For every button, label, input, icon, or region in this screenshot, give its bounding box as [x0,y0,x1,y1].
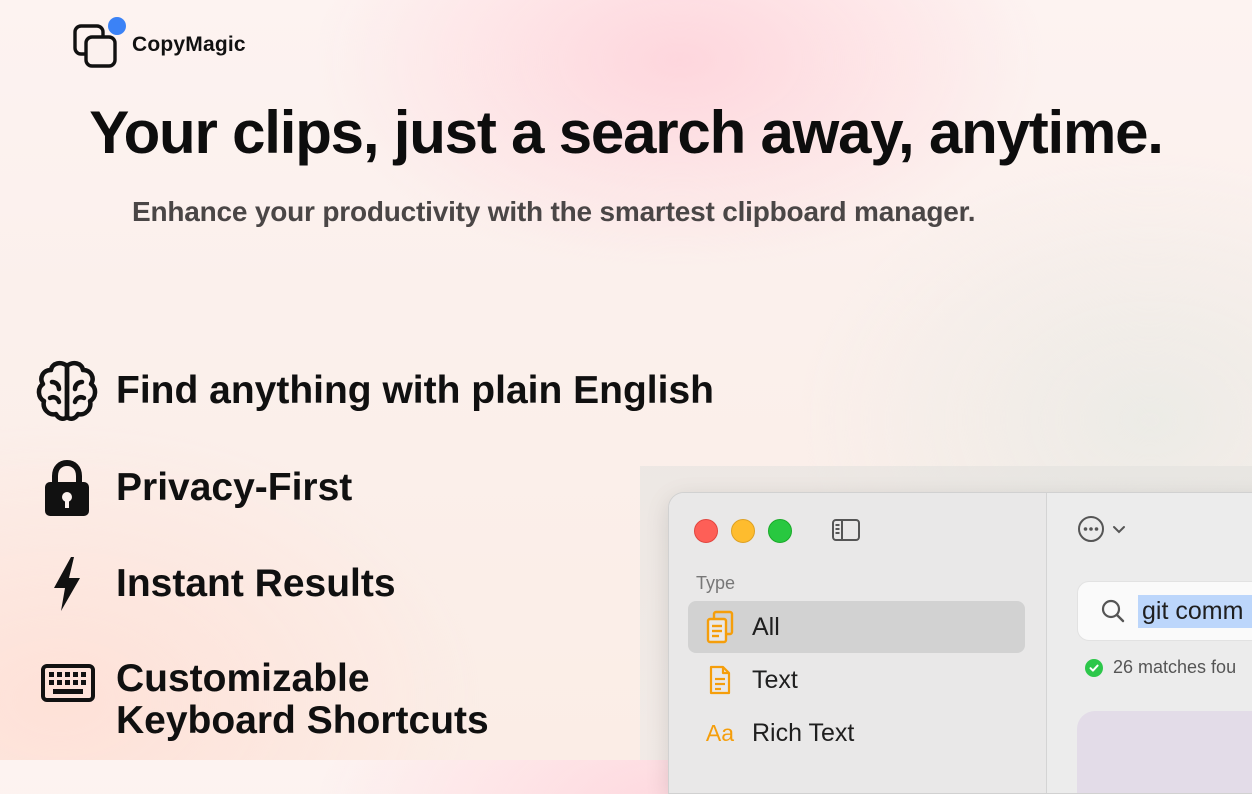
sidebar-toggle-icon[interactable] [831,518,861,547]
search-input[interactable] [1138,594,1252,628]
hero-subheadline: Enhance your productivity with the smart… [132,196,976,227]
rich-text-icon-glyph: Aa [705,719,735,746]
feature-label: Privacy-First [116,466,353,509]
more-options-button[interactable] [1077,515,1127,543]
feature-label-line: Customizable [116,657,370,700]
sidebar-item-text[interactable]: Text [688,654,1025,706]
feature-label: Find anything with plain English [116,369,714,412]
match-status: 26 matches fou [1085,657,1236,678]
sidebar-item-label: Rich Text [752,718,855,747]
hero-headline: Your clips, just a search away, anytime. [89,99,1164,166]
zoom-window-button[interactable] [768,519,792,543]
feature-label: Customizable Keyboard Shortcuts [116,658,489,742]
sidebar-item-label: All [752,612,780,641]
copy-icon [700,610,740,644]
chevron-down-icon [1113,526,1125,534]
feature-label-line: Keyboard Shortcuts [116,699,489,742]
sidebar-item-label: Text [752,665,798,694]
app-main-pane: 26 matches fou [1047,493,1252,793]
copy-logo-icon [72,17,126,69]
keyboard-icon [34,650,100,716]
feature-natural-language-search: Find anything with plain English [34,358,714,424]
lightning-icon [34,551,100,617]
sidebar-item-all[interactable]: All [688,601,1025,653]
minimize-window-button[interactable] [731,519,755,543]
close-window-button[interactable] [694,519,718,543]
match-count-text: 26 matches fou [1113,657,1237,677]
feature-privacy: Privacy-First [34,455,352,521]
ellipsis-circle-icon [1078,516,1104,542]
document-icon [700,665,740,695]
brand-name: CopyMagic [132,33,246,56]
lock-icon [34,455,100,521]
logo-dot [108,17,126,35]
feature-label: Instant Results [116,562,396,605]
feature-keyboard-shortcuts: Customizable Keyboard Shortcuts [34,658,489,742]
search-icon [1101,599,1125,623]
clip-card[interactable] [1077,711,1252,793]
checkmark-icon [1085,658,1103,677]
feature-instant-results: Instant Results [34,551,396,617]
brain-icon [34,358,100,424]
app-sidebar: Type All Text Aa Rich Text [669,493,1047,793]
sidebar-section-type: Type [696,573,736,593]
app-window: Type All Text Aa Rich Text git comm 26 m… [668,492,1252,794]
sidebar-item-rich-text[interactable]: Aa Rich Text [688,707,1025,759]
brand-logo[interactable]: CopyMagic [72,16,246,70]
rich-text-icon: Aa [700,720,740,747]
search-bar[interactable] [1077,581,1252,641]
